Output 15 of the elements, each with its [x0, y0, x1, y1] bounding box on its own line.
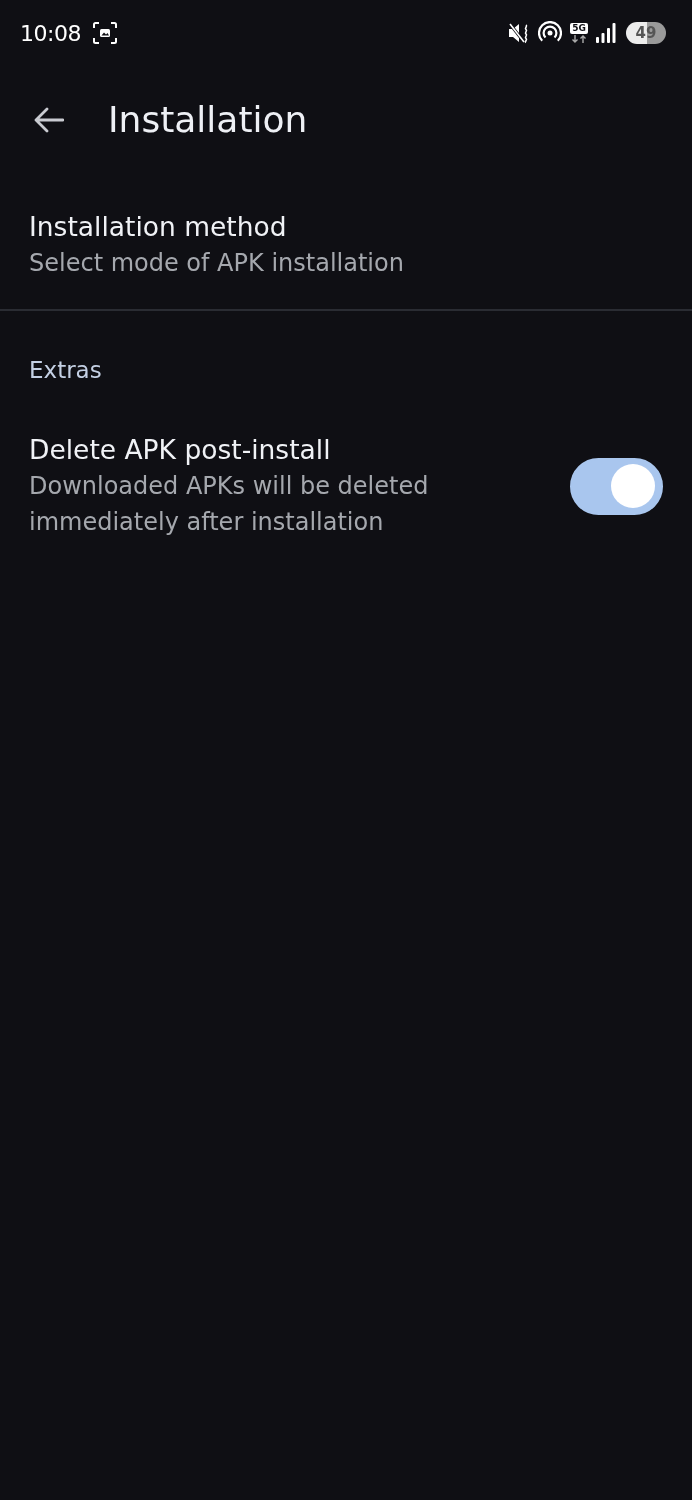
screen-title: Installation [108, 98, 308, 142]
setting-summary: Downloaded APKs will be deleted immediately after installation [29, 471, 430, 538]
signal-icon [596, 23, 616, 43]
setting-title[interactable]: Delete APK post-install [29, 432, 550, 468]
toggle-switch[interactable] [570, 457, 663, 515]
network-type-badge: 5G [570, 23, 588, 34]
status-time: 10:08 [20, 20, 81, 46]
back-button[interactable] [34, 107, 64, 133]
battery-indicator: 49 [626, 22, 666, 44]
back-arrow-icon [34, 107, 64, 133]
data-arrows-icon [571, 35, 588, 43]
setting-summary: Select mode of APK installation [29, 248, 405, 279]
setting-title[interactable]: Installation method [29, 209, 663, 245]
screenshot-icon [92, 22, 117, 44]
section-header: Extras [29, 356, 103, 385]
